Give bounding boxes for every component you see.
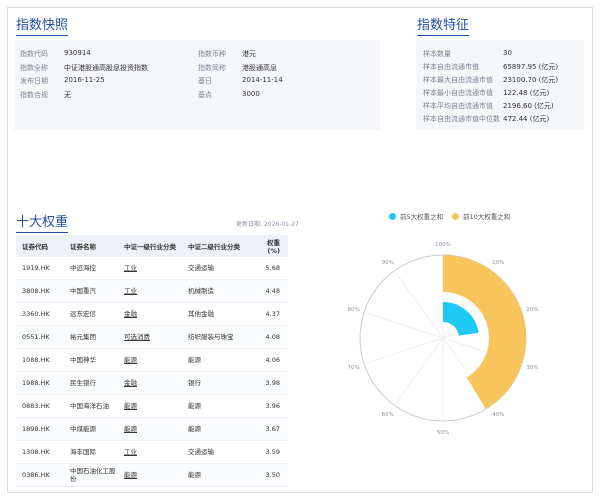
angle-tick-label: 80% — [347, 307, 359, 313]
angle-tick-label: 50% — [437, 430, 449, 436]
angle-tick-label: 100% — [435, 242, 451, 248]
angle-tick-label: 90% — [382, 260, 394, 266]
weight-polar-chart: 100% 10% 20% 30% 40% 50% 60% 70% 80% 90% — [347, 242, 538, 436]
chart-grid-line — [363, 337, 444, 365]
chart-grid-line — [393, 337, 444, 406]
angle-tick-label: 30% — [526, 365, 538, 371]
chart-grid-line — [393, 270, 444, 339]
chart-grid-line — [363, 311, 444, 339]
angle-tick-label: 20% — [526, 307, 538, 313]
angle-tick-label: 40% — [492, 412, 504, 418]
angle-tick-label: 60% — [382, 412, 394, 418]
angle-tick-label: 70% — [347, 365, 359, 371]
polar-bar-top10 — [443, 255, 526, 410]
angle-tick-label: 10% — [492, 260, 504, 266]
